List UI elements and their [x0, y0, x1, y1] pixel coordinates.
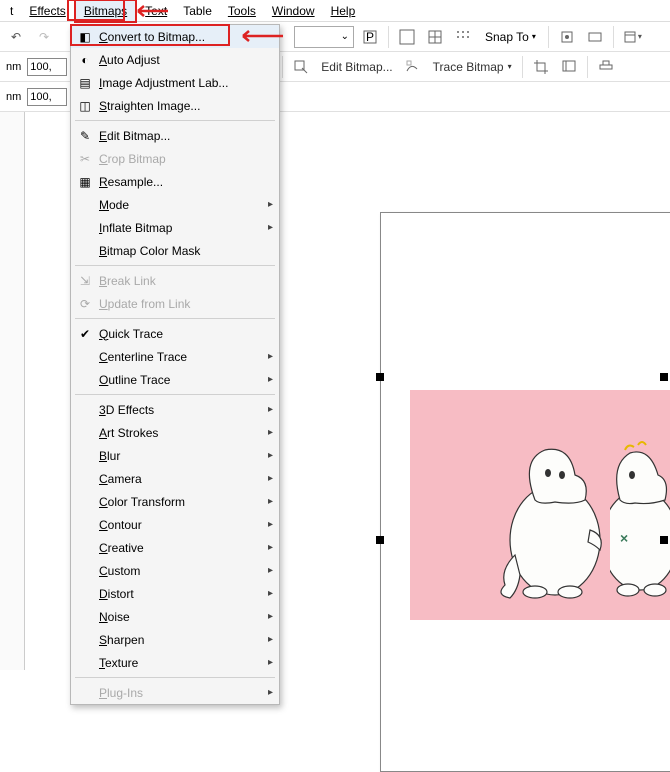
menu-effects[interactable]: Effects [21, 1, 73, 21]
edit-bitmap-icon: ✎ [75, 129, 95, 143]
publish-pdf-icon[interactable]: P [358, 25, 382, 49]
undo-button[interactable]: ↶ [4, 25, 28, 49]
menu-item-blur[interactable]: Blur▸ [71, 444, 279, 467]
submenu-arrow-icon: ▸ [268, 374, 273, 385]
bitmaps-dropdown: ◧Convert to Bitmap...◐Auto Adjust▤Image … [70, 24, 280, 705]
menu-item-noise[interactable]: Noise▸ [71, 605, 279, 628]
menu-item-image-adjustment-lab[interactable]: ▤Image Adjustment Lab... [71, 71, 279, 94]
menu-window[interactable]: Window [264, 1, 323, 21]
straighten-icon: ◫ [75, 99, 95, 113]
submenu-arrow-icon: ▸ [268, 404, 273, 415]
selection-handle-w[interactable] [376, 536, 384, 544]
convert-icon: ◧ [75, 30, 95, 44]
quick-trace-icon: ✔ [75, 327, 95, 341]
image-adjust-icon: ▤ [75, 76, 95, 90]
resample-icon: ▦ [75, 175, 95, 189]
fullscreen-icon[interactable] [395, 25, 419, 49]
width-input[interactable] [27, 58, 67, 76]
menu-item-mode[interactable]: Mode▸ [71, 193, 279, 216]
selection-handle-nw[interactable] [376, 373, 384, 381]
menu-item-creative[interactable]: Creative▸ [71, 536, 279, 559]
edit-bitmap-icon[interactable] [289, 55, 313, 79]
app-launcher-icon[interactable]: ▾ [620, 25, 644, 49]
menu-item-break-link: ⇲Break Link [71, 269, 279, 292]
submenu-arrow-icon: ▸ [268, 588, 273, 599]
unit-label-1: nm [4, 61, 23, 73]
trace-bitmap-icon[interactable] [401, 55, 425, 79]
menu-tools[interactable]: Tools [220, 1, 264, 21]
selection-handle-ne[interactable] [660, 373, 668, 381]
menu-item-custom[interactable]: Custom▸ [71, 559, 279, 582]
selection-handle-e[interactable] [660, 536, 668, 544]
submenu-arrow-icon: ▸ [268, 565, 273, 576]
submenu-arrow-icon: ▸ [268, 351, 273, 362]
menu-item-outline-trace[interactable]: Outline Trace▸ [71, 368, 279, 391]
menu-item-art-strokes[interactable]: Art Strokes▸ [71, 421, 279, 444]
menu-table[interactable]: Table [175, 1, 220, 21]
character-right [610, 435, 670, 605]
menu-t[interactable]: t [2, 1, 21, 21]
menu-item-centerline-trace[interactable]: Centerline Trace▸ [71, 345, 279, 368]
menu-item-quick-trace[interactable]: ✔Quick Trace [71, 322, 279, 345]
update-link-icon: ⟳ [75, 297, 95, 311]
submenu-arrow-icon: ▸ [268, 687, 273, 698]
submenu-arrow-icon: ▸ [268, 542, 273, 553]
submenu-arrow-icon: ▸ [268, 473, 273, 484]
menu-item-auto-adjust[interactable]: ◐Auto Adjust [71, 48, 279, 71]
options-icon[interactable] [555, 25, 579, 49]
menu-item-contour[interactable]: Contour▸ [71, 513, 279, 536]
menu-item-texture[interactable]: Texture▸ [71, 651, 279, 674]
submenu-arrow-icon: ▸ [268, 199, 273, 210]
crop-tool-icon[interactable] [529, 55, 553, 79]
menu-item-3d-effects[interactable]: 3D Effects▸ [71, 398, 279, 421]
redo-button[interactable]: ↷ [32, 25, 56, 49]
resample-tool-icon[interactable] [557, 55, 581, 79]
break-link-icon: ⇲ [75, 274, 95, 288]
auto-adjust-icon: ◐ [75, 53, 95, 67]
svg-text:P: P [366, 30, 374, 44]
snap-to-dropdown[interactable]: Snap To▾ [479, 28, 542, 46]
align-icon[interactable] [594, 55, 618, 79]
submenu-arrow-icon: ▸ [268, 657, 273, 668]
grid-icon[interactable] [423, 25, 447, 49]
launch-icon[interactable] [583, 25, 607, 49]
menu-item-crop-bitmap: ✂Crop Bitmap [71, 147, 279, 170]
menu-item-distort[interactable]: Distort▸ [71, 582, 279, 605]
menu-bar: t Effects Bitmaps Text Table Tools Windo… [0, 0, 670, 22]
vertical-ruler [0, 112, 25, 670]
menu-help[interactable]: Help [323, 1, 364, 21]
menu-item-sharpen[interactable]: Sharpen▸ [71, 628, 279, 651]
menu-item-plug-ins: Plug-Ins▸ [71, 681, 279, 704]
submenu-arrow-icon: ▸ [268, 611, 273, 622]
character-left [490, 430, 620, 605]
selected-bitmap[interactable] [410, 390, 670, 620]
submenu-arrow-icon: ▸ [268, 450, 273, 461]
snap-grid-icon[interactable] [451, 25, 475, 49]
submenu-arrow-icon: ▸ [268, 496, 273, 507]
menu-item-inflate-bitmap[interactable]: Inflate Bitmap▸ [71, 216, 279, 239]
submenu-arrow-icon: ▸ [268, 634, 273, 645]
menu-item-straighten-image[interactable]: ◫Straighten Image... [71, 94, 279, 117]
menu-bitmaps[interactable]: Bitmaps [74, 0, 137, 23]
submenu-arrow-icon: ▸ [268, 222, 273, 233]
combo-dropdown[interactable]: ⌄ [294, 26, 354, 48]
menu-item-color-transform[interactable]: Color Transform▸ [71, 490, 279, 513]
menu-item-camera[interactable]: Camera▸ [71, 467, 279, 490]
unit-label-2: nm [4, 91, 23, 103]
submenu-arrow-icon: ▸ [268, 519, 273, 530]
menu-item-bitmap-color-mask[interactable]: Bitmap Color Mask [71, 239, 279, 262]
menu-text[interactable]: Text [137, 1, 175, 21]
menu-item-update-from-link: ⟳Update from Link [71, 292, 279, 315]
menu-item-resample[interactable]: ▦Resample... [71, 170, 279, 193]
menu-item-edit-bitmap[interactable]: ✎Edit Bitmap... [71, 124, 279, 147]
menu-item-convert-to-bitmap[interactable]: ◧Convert to Bitmap... [71, 25, 279, 48]
height-input[interactable] [27, 88, 67, 106]
crop-icon: ✂ [75, 152, 95, 166]
trace-bitmap-button[interactable]: Trace Bitmap▾ [429, 60, 516, 74]
selection-center[interactable]: × [620, 530, 628, 546]
edit-bitmap-button[interactable]: Edit Bitmap... [317, 60, 396, 74]
submenu-arrow-icon: ▸ [268, 427, 273, 438]
